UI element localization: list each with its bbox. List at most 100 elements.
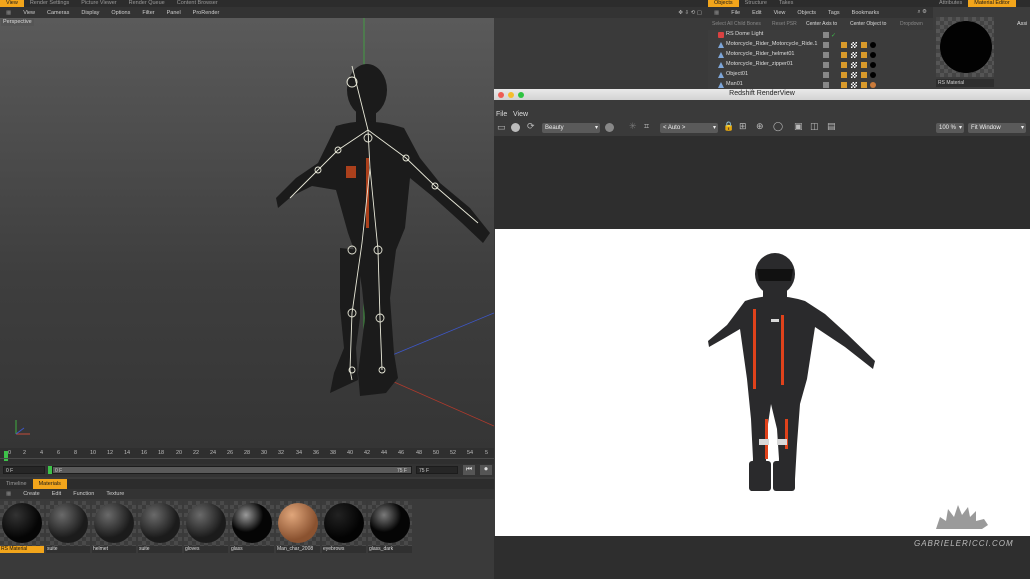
material-tag-icon[interactable] bbox=[870, 42, 876, 48]
tab-attributes[interactable]: Attributes bbox=[933, 0, 968, 7]
history-icon[interactable]: ▤ bbox=[827, 121, 836, 132]
material-swatch[interactable]: helmet bbox=[92, 501, 136, 553]
visibility-icon[interactable] bbox=[823, 72, 829, 78]
material-swatch[interactable]: suite bbox=[138, 501, 182, 553]
select-child-bones-button[interactable]: Select All Child Bones bbox=[712, 20, 761, 28]
compare-icon[interactable]: ◫ bbox=[810, 121, 819, 132]
list-item[interactable]: Motorcycle_Rider_helmet01 bbox=[708, 50, 933, 60]
tag-icon[interactable] bbox=[841, 62, 847, 68]
tab-render-settings[interactable]: Render Settings bbox=[24, 0, 75, 7]
record-icon[interactable]: ⏺ bbox=[480, 465, 492, 475]
texture-tag-icon[interactable] bbox=[851, 72, 857, 78]
texture-tag-icon[interactable] bbox=[851, 82, 857, 88]
tab-structure[interactable]: Structure bbox=[739, 0, 773, 7]
texture-tag-icon[interactable] bbox=[851, 62, 857, 68]
tab-content-browser[interactable]: Content Browser bbox=[171, 0, 224, 7]
tab-takes[interactable]: Takes bbox=[773, 0, 799, 7]
current-frame-field[interactable]: 0 F bbox=[3, 466, 45, 474]
material-swatch[interactable]: glass bbox=[230, 501, 274, 553]
focus-icon[interactable]: ⊕ bbox=[756, 121, 764, 132]
material-swatch[interactable]: eyebrows bbox=[322, 501, 366, 553]
3d-viewport[interactable]: Perspective bbox=[0, 18, 494, 448]
material-tag-icon[interactable] bbox=[870, 62, 876, 68]
texture-tag-icon[interactable] bbox=[851, 52, 857, 58]
color-picker-icon[interactable] bbox=[605, 123, 614, 132]
menu-view[interactable]: View bbox=[768, 10, 792, 16]
tag-icon[interactable] bbox=[841, 52, 847, 58]
render-view-titlebar[interactable]: Redshift RenderView bbox=[494, 89, 1030, 100]
menu-edit[interactable]: Edit bbox=[46, 491, 67, 497]
texture-tag-icon[interactable] bbox=[851, 42, 857, 48]
tab-view[interactable]: View bbox=[0, 0, 24, 7]
material-swatch[interactable]: Man_char_2008 bbox=[276, 501, 320, 553]
menu-create[interactable]: Create bbox=[17, 491, 46, 497]
tab-objects[interactable]: Objects bbox=[708, 0, 739, 7]
camera-select[interactable]: < Auto > bbox=[660, 123, 718, 133]
render-icon[interactable] bbox=[511, 123, 520, 132]
material-tag-icon[interactable] bbox=[870, 82, 876, 88]
material-swatch[interactable]: suite bbox=[46, 501, 90, 553]
range-slider[interactable]: 0 F 75 F bbox=[52, 466, 412, 474]
material-tag-icon[interactable] bbox=[870, 72, 876, 78]
material-swatch[interactable]: gloves bbox=[184, 501, 228, 553]
menu-options[interactable]: Options bbox=[105, 10, 136, 16]
zoom-select[interactable]: 100 % bbox=[936, 123, 964, 133]
fit-select[interactable]: Fit Window bbox=[968, 123, 1026, 133]
tab-materials[interactable]: Materials bbox=[32, 479, 67, 489]
tab-render-queue[interactable]: Render Queue bbox=[123, 0, 171, 7]
tag-icon[interactable] bbox=[861, 82, 867, 88]
menu-view[interactable]: View bbox=[513, 111, 528, 118]
list-item[interactable]: Object01 bbox=[708, 70, 933, 80]
menu-cameras[interactable]: Cameras bbox=[41, 10, 75, 16]
dropdown-button[interactable]: Dropdown bbox=[900, 20, 923, 28]
menu-edit[interactable]: Edit bbox=[746, 10, 767, 16]
list-item[interactable]: Motorcycle_Rider_Motorcycle_Ride.1 bbox=[708, 40, 933, 50]
material-tag-icon[interactable] bbox=[870, 52, 876, 58]
crop-icon[interactable]: ⌗ bbox=[644, 121, 649, 132]
grid-icon[interactable]: ⊞ bbox=[739, 121, 747, 132]
aov-select[interactable]: Beauty bbox=[542, 123, 600, 133]
tab-timeline[interactable]: Timeline bbox=[0, 479, 33, 489]
center-axis-button[interactable]: Center Axis to bbox=[806, 20, 837, 28]
check-icon[interactable]: ✓ bbox=[831, 32, 837, 39]
menu-objects[interactable]: Objects bbox=[791, 10, 822, 16]
visibility-icon[interactable] bbox=[823, 32, 829, 38]
viewport-nav-icons[interactable]: ✥ ⇩ ⟲ ▢ bbox=[672, 10, 708, 16]
material-preview-box[interactable] bbox=[936, 17, 994, 77]
go-to-start-icon[interactable]: ⏮ bbox=[463, 465, 475, 475]
reset-psr-button[interactable]: Reset PSR bbox=[772, 20, 797, 28]
lock-icon[interactable]: 🔒 bbox=[723, 121, 734, 132]
visibility-icon[interactable] bbox=[823, 82, 829, 88]
tag-icon[interactable] bbox=[861, 62, 867, 68]
menu-texture[interactable]: Texture bbox=[100, 491, 130, 497]
tag-icon[interactable] bbox=[841, 42, 847, 48]
material-swatch[interactable]: glass_dark bbox=[368, 501, 412, 553]
tag-icon[interactable] bbox=[861, 72, 867, 78]
menu-prorender[interactable]: ProRender bbox=[187, 10, 226, 16]
menu-file[interactable]: File bbox=[496, 111, 507, 118]
list-item[interactable]: RS Dome Light ✓ bbox=[708, 30, 933, 40]
circle-icon[interactable]: ◯ bbox=[773, 121, 783, 132]
tab-picture-viewer[interactable]: Picture Viewer bbox=[75, 0, 122, 7]
refresh-icon[interactable]: ⟳ bbox=[527, 121, 535, 132]
timeline-ruler[interactable]: 0 2 4 6 8 10 12 14 16 18 20 22 24 26 28 … bbox=[0, 448, 494, 464]
center-object-button[interactable]: Center Object to bbox=[850, 20, 886, 28]
menu-tags[interactable]: Tags bbox=[822, 10, 846, 16]
menu-view[interactable]: View bbox=[17, 10, 41, 16]
material-swatch[interactable]: RS Material bbox=[0, 501, 44, 553]
menu-display[interactable]: Display bbox=[75, 10, 105, 16]
tag-icon[interactable] bbox=[861, 52, 867, 58]
end-frame-field[interactable]: 75 F bbox=[416, 466, 458, 474]
folder-icon[interactable]: ▭ bbox=[497, 122, 506, 133]
menu-file[interactable]: File bbox=[725, 10, 746, 16]
search-icon[interactable]: ⌕ ⚙ bbox=[911, 9, 933, 16]
visibility-icon[interactable] bbox=[823, 52, 829, 58]
tag-icon[interactable] bbox=[841, 72, 847, 78]
snapshot-icon[interactable]: ▣ bbox=[794, 121, 803, 132]
menu-panel[interactable]: Panel bbox=[161, 10, 187, 16]
visibility-icon[interactable] bbox=[823, 42, 829, 48]
pin-icon[interactable]: ✳ bbox=[629, 121, 637, 132]
visibility-icon[interactable] bbox=[823, 62, 829, 68]
menu-bookmarks[interactable]: Bookmarks bbox=[846, 10, 886, 16]
tab-material-editor[interactable]: Material Editor bbox=[968, 0, 1016, 7]
